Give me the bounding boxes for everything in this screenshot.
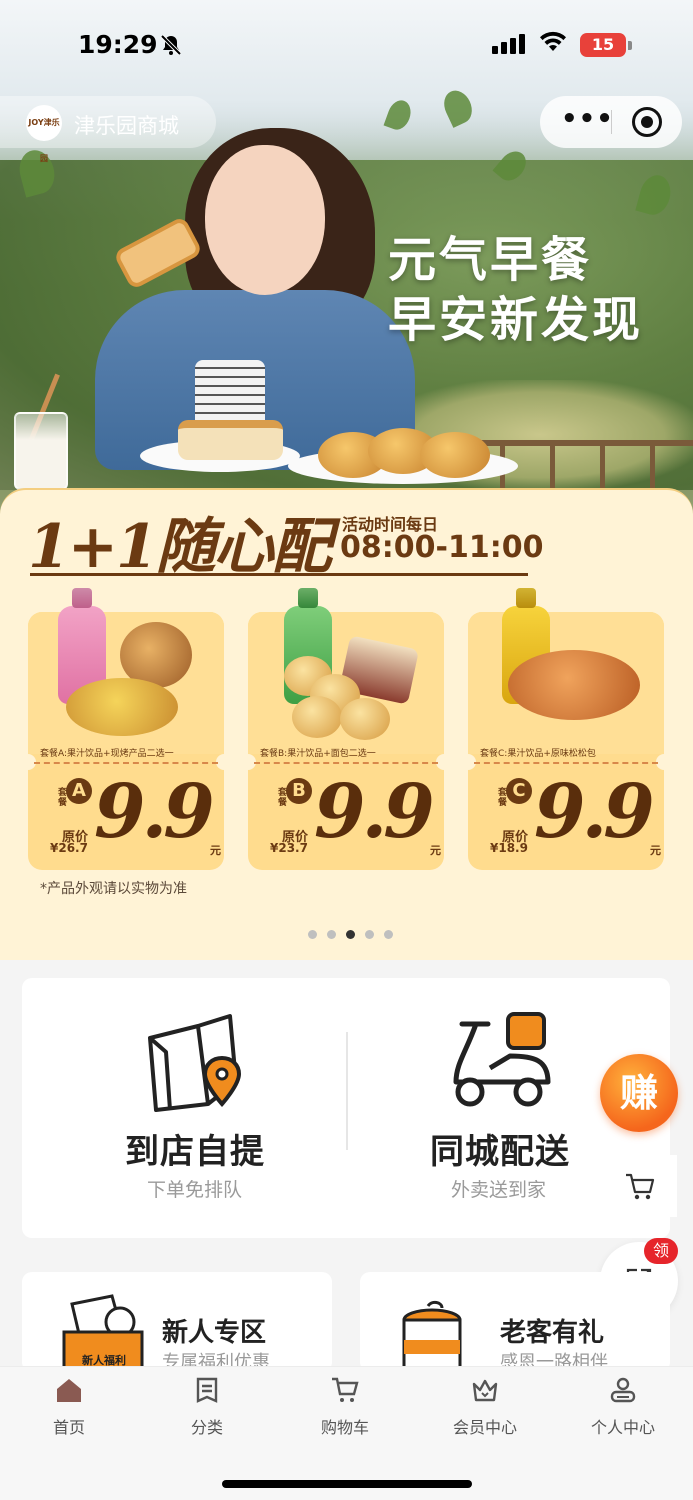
- slogan-line-1: 元气早餐: [388, 232, 593, 288]
- combo-desc: 套餐A:果汁饮品+现烤产品二选一: [40, 749, 174, 759]
- services-divider: [346, 1032, 348, 1150]
- coupon-badge[interactable]: 领: [644, 1238, 678, 1264]
- shop-name[interactable]: 津乐园商城: [74, 110, 179, 140]
- pickup-subtitle: 下单免排队: [147, 1179, 243, 1201]
- delivery-title[interactable]: 同城配送: [430, 1124, 570, 1173]
- slogan-line-2: 早安新发现: [388, 292, 644, 348]
- loyal-customer-card[interactable]: 老客有礼 感恩一路相伴: [360, 1272, 670, 1372]
- combo-letter: C: [506, 778, 532, 804]
- promo-underline: [30, 573, 528, 576]
- combo-price: 9.9: [94, 769, 215, 855]
- tab-profile[interactable]: 个人中心: [568, 1376, 678, 1438]
- carousel-dot[interactable]: [308, 930, 317, 939]
- cart-icon: [332, 1377, 359, 1402]
- combo-letter: A: [66, 778, 92, 804]
- bun-image: [340, 698, 390, 740]
- home-indicator[interactable]: [222, 1480, 472, 1488]
- price-unit: 元: [430, 844, 441, 857]
- pickup-title[interactable]: 到店自提: [125, 1124, 265, 1173]
- disclaimer-note: *产品外观请以实物为准: [40, 881, 187, 897]
- tab-label: 首页: [52, 1418, 85, 1437]
- shop-logo: JOY津乐园: [26, 105, 62, 163]
- carousel-dots[interactable]: [308, 930, 393, 939]
- bread-roll-image: [66, 678, 178, 736]
- status-bar: 19:29 15: [0, 0, 693, 90]
- combo-desc: 套餐C:果汁饮品+原味松松包: [480, 749, 596, 759]
- status-time: 19:29: [78, 30, 158, 59]
- combo-card-a[interactable]: 套餐A:果汁饮品+现烤产品二选一 套餐 A 原价 ¥26.7 9.9 元: [20, 606, 232, 870]
- loyal-title: 老客有礼: [500, 1318, 605, 1348]
- tab-label: 分类: [190, 1418, 223, 1437]
- close-target-icon[interactable]: [632, 107, 662, 137]
- combo-card-c[interactable]: 套餐C:果汁饮品+原味松松包 套餐 C 原价 ¥18.9 9.9 元: [460, 606, 672, 870]
- combo-divider: [474, 762, 658, 764]
- carousel-dot[interactable]: [327, 930, 336, 939]
- cellular-signal-icon: [492, 34, 525, 54]
- home-icon: [57, 1379, 81, 1402]
- combo-divider: [34, 762, 218, 764]
- person-face: [205, 145, 325, 295]
- delivery-subtitle: 外卖送到家: [451, 1179, 547, 1201]
- floating-cart-button[interactable]: [605, 1155, 677, 1217]
- original-price: ¥26.7: [50, 841, 88, 855]
- combo-price: 9.9: [314, 769, 435, 855]
- combo-card-b[interactable]: 套餐B:果汁饮品+面包二选一 套餐 B 原价 ¥23.7 9.9 元: [240, 606, 452, 870]
- tab-label: 会员中心: [452, 1418, 517, 1437]
- user-icon: [610, 1377, 636, 1403]
- tab-label: 个人中心: [590, 1418, 655, 1437]
- banner-slogan: 元气早餐 早安新发现: [388, 230, 643, 350]
- gift-jar-icon: [402, 1300, 462, 1372]
- carousel-dot[interactable]: [365, 930, 374, 939]
- bun-image: [292, 696, 342, 738]
- battery-icon: 15: [580, 33, 626, 57]
- tab-category[interactable]: 分类: [152, 1376, 262, 1438]
- carousel-dot[interactable]: [384, 930, 393, 939]
- combo-price: 9.9: [534, 769, 655, 855]
- crown-icon: [472, 1379, 498, 1402]
- more-icon[interactable]: •••: [561, 104, 614, 134]
- milk-glass: [14, 412, 68, 490]
- category-list-icon: [196, 1377, 218, 1403]
- wifi-icon: [538, 30, 568, 60]
- price-unit: 元: [210, 844, 221, 857]
- newcomer-title: 新人专区: [162, 1318, 267, 1348]
- promo-time: 08:00-11:00: [340, 530, 544, 565]
- combo-desc: 套餐B:果汁饮品+面包二选一: [260, 749, 376, 759]
- cart-icon: [626, 1173, 655, 1200]
- tab-label: 购物车: [320, 1418, 369, 1437]
- original-price: ¥18.9: [490, 841, 528, 855]
- bread-slice: [178, 420, 283, 460]
- tab-cart[interactable]: 购物车: [290, 1376, 400, 1438]
- original-price: ¥23.7: [270, 841, 308, 855]
- delivery-scooter-icon[interactable]: [448, 1012, 552, 1116]
- floss-bread-image: [508, 650, 640, 720]
- newcomer-zone-card[interactable]: 新人福利 新人专区 专属福利优惠: [22, 1272, 332, 1372]
- mute-bell-icon: [160, 34, 182, 61]
- tab-membership[interactable]: 会员中心: [430, 1376, 540, 1438]
- store-pickup-icon[interactable]: [146, 1012, 246, 1116]
- combo-divider: [254, 762, 438, 764]
- bun: [420, 432, 490, 478]
- price-unit: 元: [650, 844, 661, 857]
- combo-letter: B: [286, 778, 312, 804]
- earn-button[interactable]: 赚: [600, 1054, 678, 1132]
- carousel-dot-active[interactable]: [346, 930, 355, 939]
- tab-home[interactable]: 首页: [14, 1376, 124, 1438]
- promo-title: 1+1随心配: [28, 512, 332, 582]
